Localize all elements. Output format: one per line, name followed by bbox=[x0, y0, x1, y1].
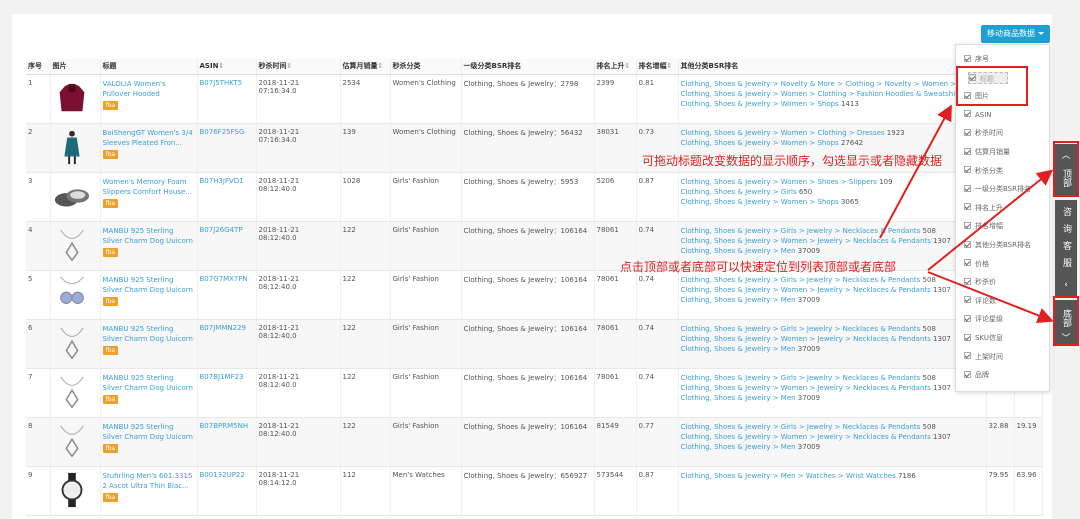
arrow-to-bottom bbox=[927, 271, 1054, 324]
arrow-to-top bbox=[927, 169, 1054, 271]
arrow-to-menu bbox=[879, 104, 952, 239]
annotation-arrows bbox=[879, 104, 1054, 324]
